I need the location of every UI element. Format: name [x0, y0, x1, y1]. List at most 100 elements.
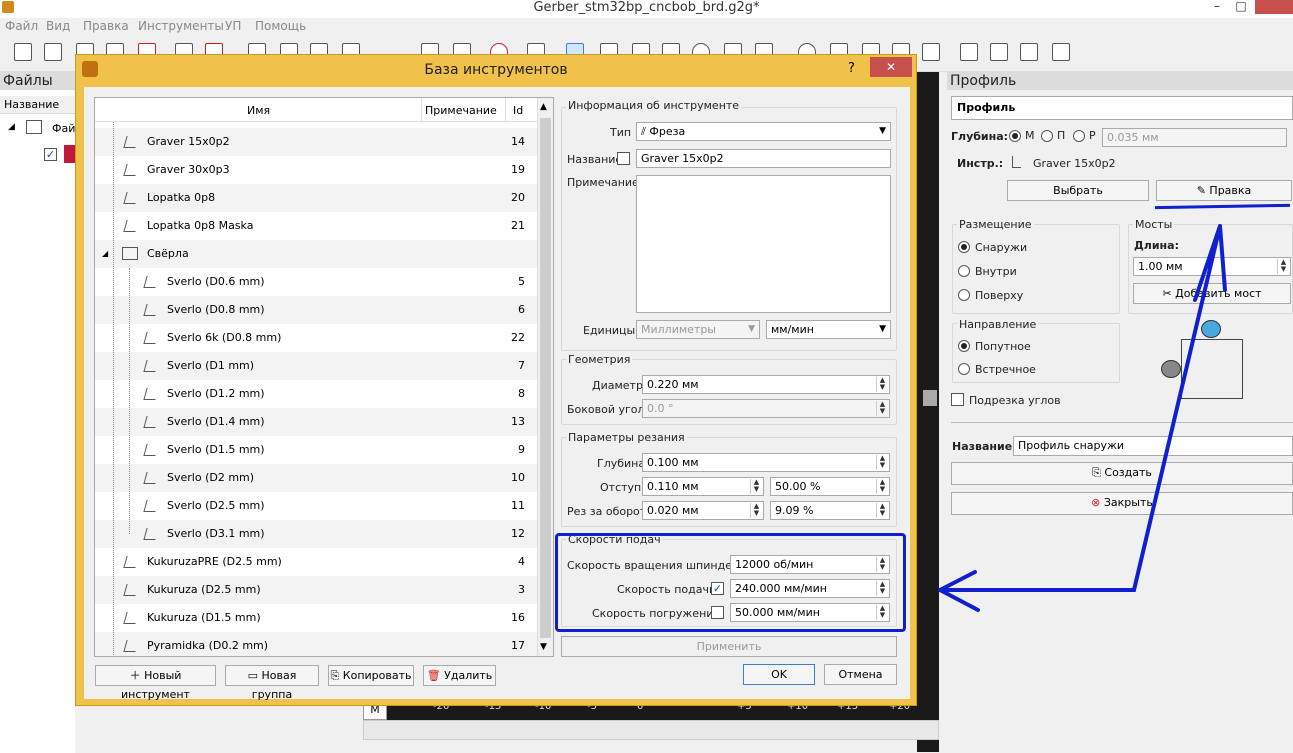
files-column-header[interactable]: Название: [0, 96, 75, 114]
note-textarea[interactable]: [636, 175, 891, 313]
edit-tool-button[interactable]: ✎ Правка: [1156, 180, 1292, 201]
units-select[interactable]: Миллиметры ▼: [636, 320, 760, 339]
scroll-up-icon[interactable]: ▲: [540, 102, 547, 112]
side-angle-input[interactable]: 0.0 ° ▲ ▼: [642, 399, 890, 418]
tool-name: Lopatka 0p8: [147, 191, 216, 204]
tool-name: Sverlo (D1.5 mm): [167, 443, 265, 456]
tool-icon: [143, 528, 159, 540]
pencil-icon: ✎: [1196, 184, 1210, 197]
speed-units-select[interactable]: мм/мин ▼: [766, 320, 891, 339]
maximize-icon[interactable]: □: [1229, 0, 1253, 14]
dialog-help-button[interactable]: ?: [848, 61, 855, 76]
diameter-spin[interactable]: ▲ ▼: [876, 377, 888, 392]
tool-row[interactable]: Sverlo (D1.5 mm) 9: [95, 436, 537, 464]
tool-group-row[interactable]: ◢ Свёрла: [95, 240, 537, 268]
tool-row[interactable]: Lopatka 0p8 20: [95, 184, 537, 212]
new-group-button[interactable]: ▭ Новая группа: [225, 665, 319, 701]
tool-row[interactable]: Sverlo 6k (D0.8 mm) 22: [95, 324, 537, 352]
tool-row[interactable]: Sverlo (D2 mm) 10: [95, 464, 537, 492]
open-icon[interactable]: [44, 43, 62, 61]
cancel-button[interactable]: Отмена: [824, 664, 897, 685]
window-close-button[interactable]: [1255, 0, 1293, 14]
tool-tree-scrollbar[interactable]: ▲ ▼: [537, 98, 553, 656]
tool-row[interactable]: Graver 15x0p2 14: [95, 128, 537, 156]
feed-per-rev-input[interactable]: 0.020 мм ▲ ▼: [642, 501, 764, 520]
stepover-input[interactable]: 0.110 мм ▲ ▼: [642, 477, 764, 496]
chevron-down-icon: ▼: [748, 324, 755, 334]
tool-row[interactable]: KukuruzaPRE (D2.5 mm) 4: [95, 548, 537, 576]
menu-gcode[interactable]: УП: [225, 19, 241, 33]
menu-tools[interactable]: Инструменты: [138, 19, 224, 33]
tool-name-input[interactable]: Graver 15x0p2: [636, 149, 891, 168]
ok-button[interactable]: OK: [743, 664, 815, 685]
depth-m-radio[interactable]: [1009, 130, 1021, 142]
feed-per-rev-pct-spin[interactable]: ▲ ▼: [876, 503, 888, 518]
canvas-hscrollbar[interactable]: [363, 720, 939, 740]
menu-help[interactable]: Помощь: [255, 19, 306, 33]
intersect-icon[interactable]: [1020, 43, 1038, 61]
subtract-icon[interactable]: [990, 43, 1008, 61]
col-id[interactable]: Id: [513, 104, 523, 117]
length-spin[interactable]: ▲ ▼: [1277, 259, 1289, 274]
new-icon[interactable]: [14, 43, 32, 61]
tool-row[interactable]: Sverlo (D1.4 mm) 13: [95, 408, 537, 436]
tool-id: 5: [518, 275, 525, 288]
tool-row[interactable]: Sverlo (D0.8 mm) 6: [95, 296, 537, 324]
feed-per-rev-spin[interactable]: ▲ ▼: [750, 503, 762, 518]
stepover-pct-input[interactable]: 50.00 % ▲ ▼: [770, 477, 890, 496]
tool-row[interactable]: Graver 30x0p3 19: [95, 156, 537, 184]
menu-edit[interactable]: Правка: [83, 19, 129, 33]
name-checkbox[interactable]: [617, 152, 630, 165]
side-angle-spin[interactable]: ▲ ▼: [876, 401, 888, 416]
tool-row[interactable]: Sverlo (D0.6 mm) 5: [95, 268, 537, 296]
col-note[interactable]: Примечание: [425, 104, 497, 117]
depth-r-radio[interactable]: [1073, 130, 1085, 142]
delete-button[interactable]: 🗑 Удалить: [423, 665, 496, 686]
dialog-close-button[interactable]: ✕: [870, 57, 912, 77]
tool-id: 6: [518, 303, 525, 316]
depth-m-label: М: [1025, 129, 1035, 142]
text-icon[interactable]: [922, 43, 940, 61]
chevron-down-icon: ▼: [879, 324, 886, 334]
diameter-input[interactable]: 0.220 мм ▲ ▼: [642, 375, 890, 394]
stepover-spin[interactable]: ▲ ▼: [750, 479, 762, 494]
menu-view[interactable]: Вид: [46, 19, 70, 33]
expand-arrow-icon[interactable]: ◢: [8, 122, 15, 132]
tool-row[interactable]: Pyramidka (D0.2 mm) 17: [95, 632, 537, 656]
tool-row[interactable]: Sverlo (D2.5 mm) 11: [95, 492, 537, 520]
feeds-highlight-annotation: [555, 533, 906, 632]
scroll-thumb[interactable]: [540, 118, 551, 638]
tool-row[interactable]: Sverlo (D1.2 mm) 8: [95, 380, 537, 408]
menu-file[interactable]: Файл: [5, 19, 38, 33]
select-tool-button[interactable]: Выбрать: [1007, 180, 1149, 201]
depth-value: 0.035 мм: [1107, 131, 1159, 144]
xor-icon[interactable]: [1052, 43, 1070, 61]
tool-row[interactable]: Sverlo (D1 mm) 7: [95, 352, 537, 380]
feed-per-rev-pct-input[interactable]: 9.09 % ▲ ▼: [770, 501, 890, 520]
depth-p-radio[interactable]: [1041, 130, 1053, 142]
union-icon[interactable]: [960, 43, 978, 61]
tool-row[interactable]: Kukuruza (D1.5 mm) 16: [95, 604, 537, 632]
feed-per-rev-pct-value: 9.09 %: [775, 504, 814, 517]
cut-depth-spin[interactable]: ▲ ▼: [876, 455, 888, 470]
cut-depth-input[interactable]: 0.100 мм ▲ ▼: [642, 453, 890, 472]
stepover-pct-spin[interactable]: ▲ ▼: [876, 479, 888, 494]
type-select[interactable]: ⫽ Фреза ▼: [636, 122, 891, 141]
copy-button[interactable]: ⎘ Копировать: [328, 665, 414, 686]
new-tool-button[interactable]: ＋ Новый инструмент: [95, 665, 216, 701]
expand-arrow-icon[interactable]: ◢: [102, 240, 108, 268]
file-visible-checkbox[interactable]: ✓: [44, 148, 57, 161]
tool-row[interactable]: Lopatka 0p8 Maska 21: [95, 212, 537, 240]
tree-guide-line: [129, 268, 130, 534]
depth-input[interactable]: 0.035 мм: [1102, 128, 1287, 147]
col-name[interactable]: Имя: [247, 104, 270, 117]
apply-button[interactable]: Применить: [561, 636, 897, 657]
depth-field-label: Глубина: [597, 457, 646, 470]
note-label: Примечание: [567, 176, 639, 189]
tool-name: Kukuruza (D2.5 mm): [147, 583, 261, 596]
scroll-down-icon[interactable]: ▼: [540, 642, 547, 652]
cancel-label: Отмена: [838, 668, 883, 681]
minimize-icon[interactable]: –: [1205, 0, 1229, 14]
tool-row[interactable]: Kukuruza (D2.5 mm) 3: [95, 576, 537, 604]
tool-row[interactable]: Sverlo (D3.1 mm) 12: [95, 520, 537, 548]
